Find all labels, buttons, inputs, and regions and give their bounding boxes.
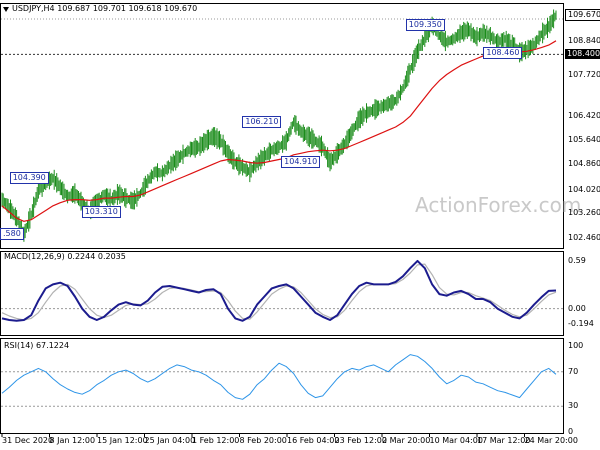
date-axis-label: 1 Feb 12:00 — [192, 436, 240, 445]
price-axis-tick: 107.720 — [568, 70, 600, 80]
date-axis-label: 16 Feb 04:00 — [287, 436, 340, 445]
price-annotation: .580 — [0, 228, 24, 241]
macd-axis-tick: 0.00 — [568, 303, 586, 313]
low-value: 109.618 — [128, 4, 162, 13]
macd-signal-value: 0.2035 — [97, 252, 126, 261]
date-axis-label: 2 Mar 20:00 — [382, 436, 431, 445]
macd-axis-tick: 0.59 — [568, 255, 586, 265]
rsi-line — [1, 354, 557, 400]
dropdown-triangle-icon[interactable] — [3, 7, 9, 12]
price-axis-tick: 105.640 — [568, 134, 600, 144]
chart-canvas — [0, 3, 564, 437]
date-axis-label: 15 Jan 12:00 — [97, 436, 148, 445]
rsi-panel-frame — [0, 338, 564, 434]
price-axis-tick: 104.020 — [568, 184, 600, 194]
current-price-box: 109.670 — [565, 9, 600, 22]
macd-panel-frame — [0, 251, 564, 336]
watermark: ActionForex.com — [415, 193, 582, 217]
macd-header: MACD(12,26,9) 0.2244 0.2035 — [4, 252, 126, 262]
symbol-label: USDJPY,H4 — [12, 4, 55, 13]
date-axis-label: 10 Mar 04:00 — [429, 436, 483, 445]
price-annotation: 103.310 — [81, 205, 121, 218]
date-axis-label: 23 Feb 12:00 — [334, 436, 387, 445]
rsi-value: 67.1224 — [35, 341, 70, 350]
macd-plot — [1, 259, 563, 322]
close-value: 109.670 — [164, 4, 198, 13]
chart-window: ActionForex.com USDJPY,H4 109.687 109.70… — [0, 0, 600, 450]
macd-label: MACD(12,26,9) — [4, 252, 65, 261]
rsi-header: RSI(14) 67.1224 — [4, 341, 69, 351]
price-annotation: 104.390 — [9, 172, 49, 185]
rsi-axis-tick: 70 — [568, 366, 579, 376]
rsi-label: RSI(14) — [4, 341, 34, 350]
price-axis-tick: 106.420 — [568, 110, 600, 120]
level-price-box: 108.400 — [565, 49, 600, 60]
price-axis-tick: 102.460 — [568, 232, 600, 242]
macd-axis-tick: -0.194 — [568, 319, 594, 329]
price-annotation: 108.460 — [483, 46, 523, 59]
price-header: USDJPY,H4 109.687 109.701 109.618 109.67… — [12, 4, 197, 14]
rsi-axis-tick: 30 — [568, 401, 579, 411]
rsi-axis-tick: 100 — [568, 341, 584, 350]
price-annotation: 104.910 — [281, 156, 321, 169]
date-axis-label: 17 Mar 12:00 — [477, 436, 531, 445]
macd-main-value: 0.2244 — [67, 252, 96, 261]
macd-line — [1, 259, 557, 322]
rsi-plot — [1, 354, 563, 407]
high-value: 109.701 — [92, 4, 126, 13]
price-axis-tick: 108.840 — [568, 35, 600, 45]
date-axis-label: 8 Feb 20:00 — [239, 436, 287, 445]
price-axis-tick: 104.860 — [568, 158, 600, 168]
date-axis-label: 8 Jan 12:00 — [49, 436, 96, 445]
price-axis-tick: 103.260 — [568, 208, 600, 218]
open-value: 109.687 — [57, 4, 91, 13]
date-axis-label: 25 Jan 04:00 — [144, 436, 196, 445]
date-axis-label: 24 Mar 20:00 — [524, 436, 578, 445]
date-axis-label: 31 Dec 2020 — [2, 436, 54, 445]
price-annotation: 106.210 — [242, 116, 282, 129]
price-annotation: 109.350 — [405, 19, 445, 31]
